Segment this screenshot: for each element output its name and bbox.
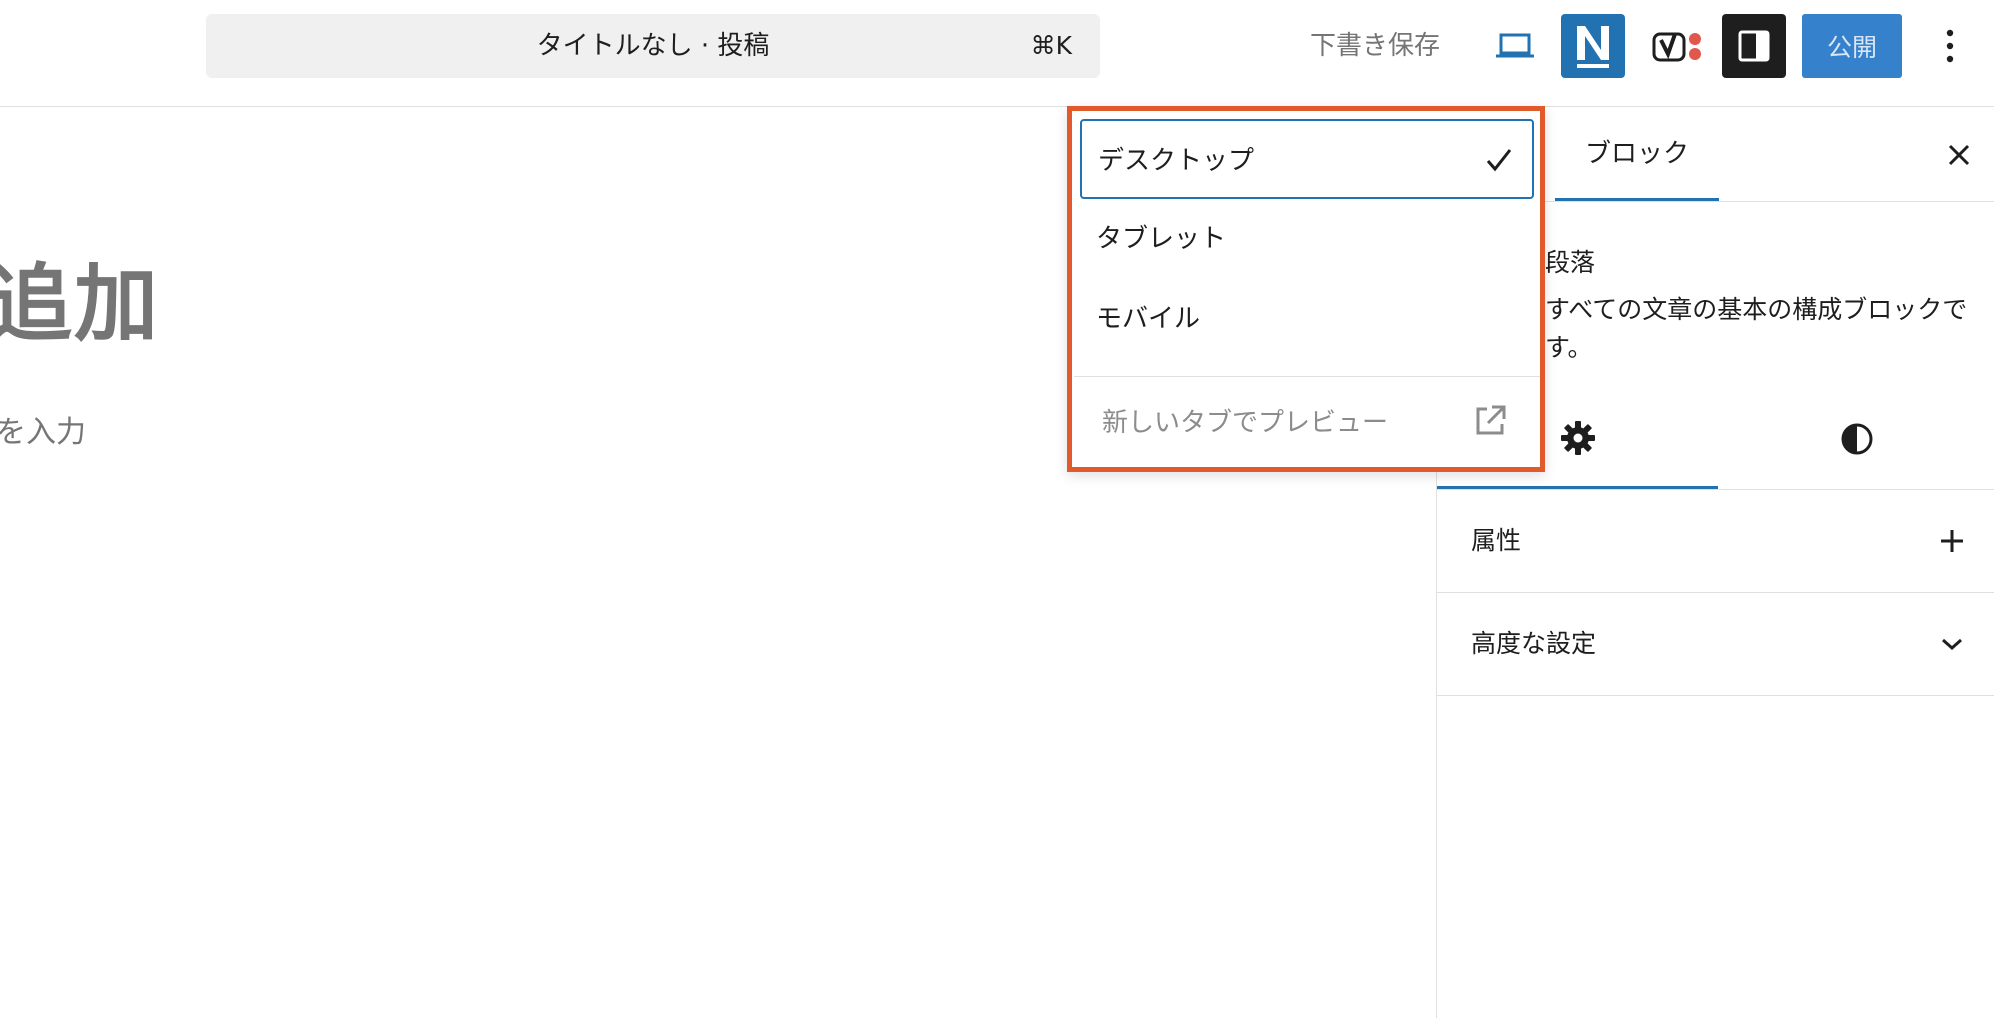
external-link-icon (1476, 405, 1506, 435)
contrast-icon (1841, 423, 1872, 455)
menu-item-label: 新しいタブでプレビュー (1102, 408, 1389, 438)
post-title-placeholder[interactable]: 追加 (0, 237, 160, 358)
menu-divider (1074, 376, 1540, 377)
yoast-icon (1652, 32, 1701, 62)
menu-item-label: デスクトップ (1098, 146, 1255, 176)
editor-header: タイトルなし · 投稿 ⌘K 下書き保存 公開 (0, 0, 1994, 107)
save-draft-button[interactable]: 下書き保存 (1310, 22, 1440, 70)
menu-item-label: タブレット (1096, 224, 1227, 254)
laptop-icon (1496, 33, 1534, 58)
command-shortcut: ⌘K (1030, 31, 1072, 60)
publish-button[interactable]: 公開 (1802, 14, 1902, 78)
n-plugin-button[interactable] (1561, 14, 1625, 78)
chevron-down-icon (1935, 627, 1969, 661)
menu-item-label: モバイル (1096, 304, 1201, 334)
menu-item-preview-new-tab[interactable]: 新しいタブでプレビュー (1080, 383, 1534, 463)
device-preview-menu: デスクトップ タブレット モバイル 新しいタブでプレビュー (1067, 106, 1545, 472)
document-title: タイトルなし · 投稿 (536, 31, 770, 61)
paragraph-placeholder[interactable]: を入力 (0, 407, 86, 451)
options-menu-button[interactable] (1932, 14, 1968, 78)
close-icon (1948, 144, 1970, 166)
panel-advanced[interactable]: 高度な設定 (1437, 593, 1994, 696)
tab-styles[interactable] (1718, 389, 1994, 489)
more-vertical-icon (1946, 29, 1954, 63)
panel-label: 属性 (1471, 526, 1522, 555)
n-plugin-icon (1577, 26, 1609, 68)
settings-sidebar-toggle[interactable] (1722, 14, 1786, 78)
gear-icon (1560, 420, 1595, 455)
sidebar-toggle-icon (1738, 30, 1770, 62)
command-palette-button[interactable]: タイトルなし · 投稿 ⌘K (206, 14, 1100, 78)
check-icon (1486, 149, 1512, 172)
tab-block[interactable]: ブロック (1555, 107, 1719, 201)
panel-attributes[interactable]: 属性 (1437, 490, 1994, 593)
device-preview-button[interactable] (1488, 22, 1542, 70)
menu-item-tablet[interactable]: タブレット (1080, 199, 1534, 279)
menu-item-desktop[interactable]: デスクトップ (1080, 119, 1534, 199)
plus-icon (1935, 524, 1969, 558)
yoast-seo-button[interactable] (1645, 14, 1713, 78)
block-card-description: すべての文章の基本の構成ブロックです。 (1545, 295, 1968, 362)
close-sidebar-button[interactable] (1939, 135, 1979, 175)
block-card-title: 段落 (1545, 248, 1596, 277)
panel-label: 高度な設定 (1471, 629, 1597, 658)
menu-item-mobile[interactable]: モバイル (1080, 279, 1534, 359)
